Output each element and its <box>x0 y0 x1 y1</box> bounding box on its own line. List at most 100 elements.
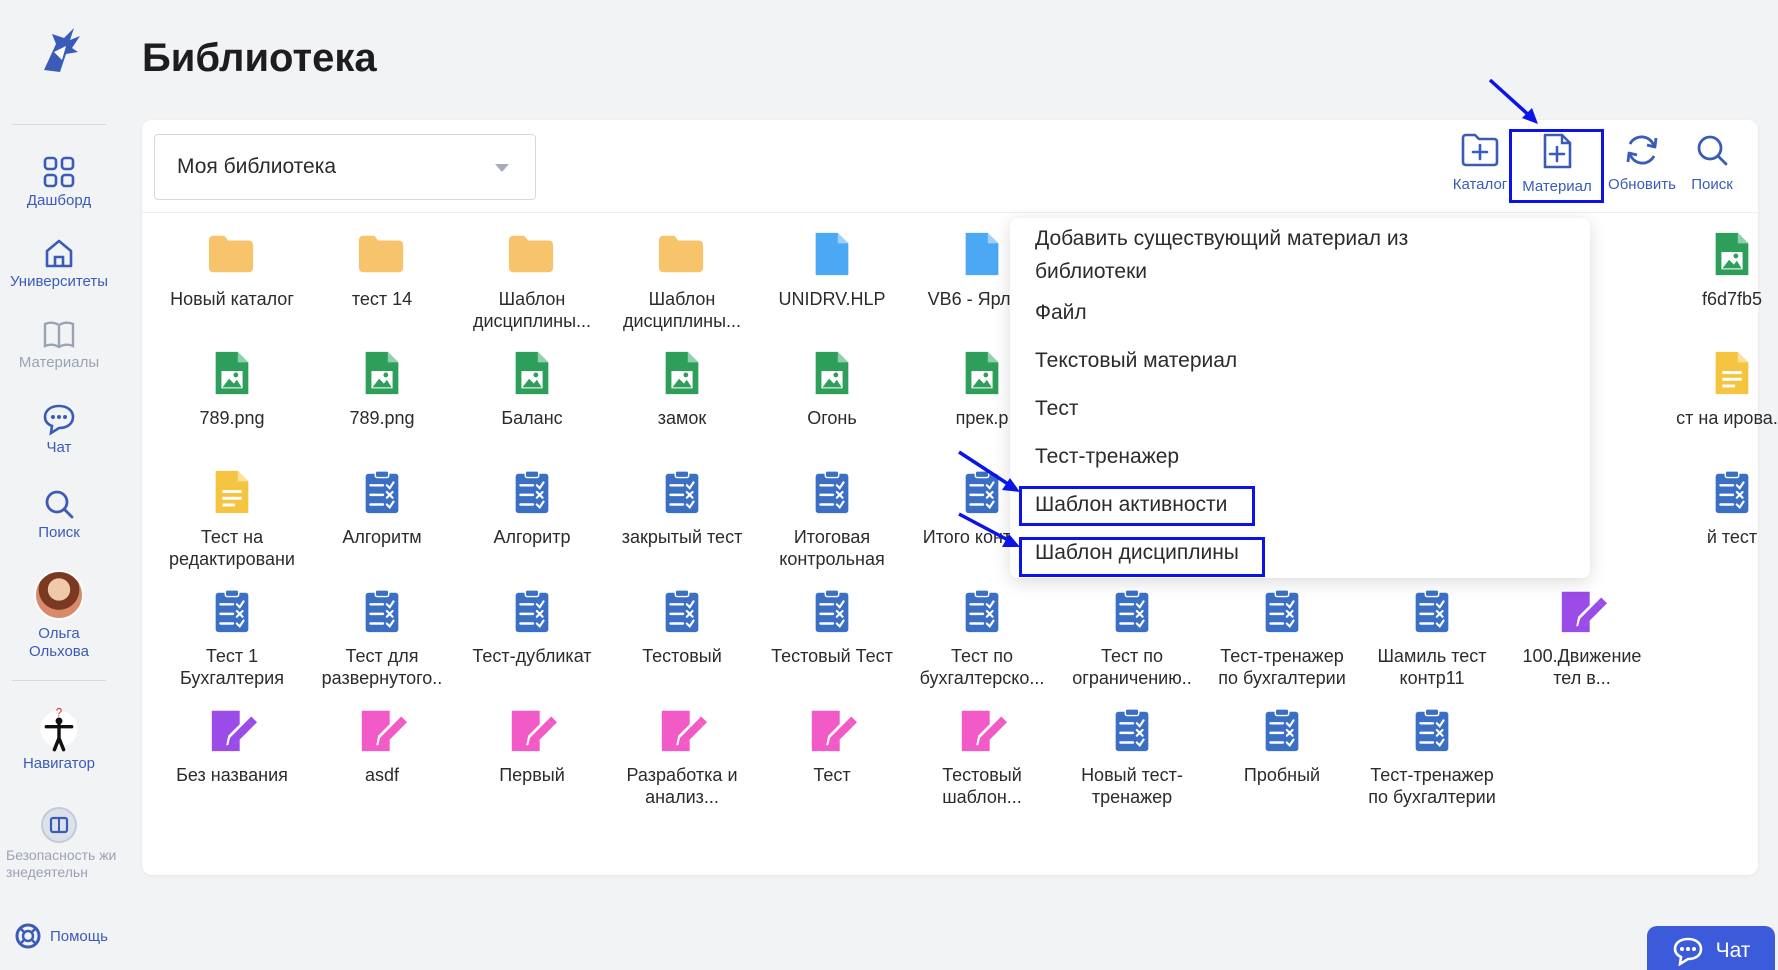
library-item[interactable]: Новый каталог <box>162 230 302 310</box>
sidebar-item-navigator[interactable]: ? Навигатор <box>0 706 118 772</box>
test-icon <box>665 470 699 514</box>
sidebar-item-course[interactable]: Безопасность жизнедеятельн <box>0 806 118 886</box>
sidebar-item-search[interactable]: Поиск <box>0 487 118 541</box>
library-item[interactable]: Тест-тренажер по бухгалтерии <box>1212 587 1352 689</box>
edit-pink-icon <box>361 710 407 752</box>
library-item[interactable]: Тест на редактировани <box>162 468 302 570</box>
user-last-name: Ольхова <box>29 643 89 660</box>
library-item[interactable]: Тест для развернутого.. <box>312 587 452 689</box>
folder-icon <box>508 235 554 273</box>
library-item-name: f6d7fb5 <box>1701 289 1763 309</box>
library-item[interactable]: Алгоритр <box>462 468 602 548</box>
library-item-name: Тест-тренажер по бухгалтерии <box>1218 646 1346 688</box>
menu-item-add-existing[interactable]: Добавить существующий материал из библио… <box>1035 222 1505 288</box>
library-item[interactable]: Баланс <box>462 349 602 429</box>
library-item[interactable]: Тестовый <box>612 587 752 667</box>
logo-icon[interactable] <box>30 22 90 82</box>
highlight-discipline-template <box>1019 537 1265 577</box>
chat-button[interactable]: Чат <box>1647 926 1775 970</box>
search-button[interactable]: Поиск <box>1672 132 1752 193</box>
chat-bubble-icon <box>43 404 75 436</box>
sidebar-item-label: Дашборд <box>26 192 92 209</box>
library-item[interactable]: 789.png <box>162 349 302 429</box>
page-title: Библиотека <box>142 36 377 80</box>
library-item[interactable]: Тест-тренажер по бухгалтерии <box>1362 706 1502 808</box>
library-item-name: 789.png <box>349 408 415 428</box>
image-icon <box>965 351 999 395</box>
library-item-name: Тестовый Тест <box>771 646 893 666</box>
sidebar-item-universities[interactable]: Университеты <box>0 236 118 290</box>
library-item-name: 100.Движение тел в... <box>1522 646 1642 688</box>
library-item-name: Тест по ограничению.. <box>1072 646 1192 688</box>
add-catalog-button[interactable]: Каталог <box>1440 132 1520 193</box>
menu-item-text-material[interactable]: Текстовый материал <box>1035 344 1455 377</box>
sidebar: Дашборд Университеты Материалы Чат Поиск… <box>0 0 118 970</box>
library-item-name: Первый <box>499 765 565 785</box>
library-item[interactable]: Тестовый шаблон... <box>912 706 1052 808</box>
library-item[interactable]: Шаблон дисциплины... <box>612 230 752 332</box>
sidebar-item-label: Поиск <box>38 524 80 541</box>
book-icon <box>43 321 75 349</box>
test-icon <box>515 470 549 514</box>
library-item[interactable]: й тест <box>1662 468 1778 548</box>
library-item[interactable]: Тест по ограничению.. <box>1062 587 1202 689</box>
library-item[interactable]: Огонь <box>762 349 902 429</box>
edit-purple-icon <box>211 710 257 752</box>
library-item[interactable]: замок <box>612 349 752 429</box>
library-item[interactable]: Итоговая контрольная <box>762 468 902 570</box>
refresh-button[interactable]: Обновить <box>1602 132 1682 193</box>
library-item[interactable]: ст на ирова... <box>1662 349 1778 429</box>
library-item[interactable]: Новый тест-тренажер <box>1062 706 1202 808</box>
library-item[interactable]: Тест <box>762 706 902 786</box>
test-icon <box>1115 708 1149 752</box>
library-item[interactable]: Тестовый Тест <box>762 587 902 667</box>
test-icon <box>515 589 549 633</box>
library-item[interactable]: Пробный <box>1212 706 1352 786</box>
library-item[interactable]: 100.Движение тел в... <box>1512 587 1652 689</box>
sidebar-item-chat[interactable]: Чат <box>0 402 118 456</box>
chat-bubble-icon <box>1673 937 1702 966</box>
library-item[interactable]: Тест-дубликат <box>462 587 602 667</box>
edit-pink-icon <box>511 710 557 752</box>
library-item[interactable]: тест 14 <box>312 230 452 310</box>
grid-icon <box>43 156 75 188</box>
annotation-arrow-icon <box>958 450 1020 492</box>
menu-item-test[interactable]: Тест <box>1035 392 1455 425</box>
library-item[interactable]: f6d7fb5 <box>1662 230 1778 310</box>
library-item[interactable]: закрытый тест <box>612 468 752 548</box>
library-item[interactable]: Тест по бухгалтерско... <box>912 587 1052 689</box>
refresh-icon <box>1626 135 1658 165</box>
test-icon <box>665 589 699 633</box>
menu-item-trainer[interactable]: Тест-тренажер <box>1035 440 1455 473</box>
library-item[interactable]: asdf <box>312 706 452 786</box>
edit-pink-icon <box>661 710 707 752</box>
library-item[interactable]: Разработка и анализ... <box>612 706 752 808</box>
folder-icon <box>658 235 704 273</box>
sidebar-divider <box>12 124 106 125</box>
library-item-name: замок <box>657 408 707 428</box>
test-icon <box>815 470 849 514</box>
menu-item-file[interactable]: Файл <box>1035 296 1455 329</box>
test-icon <box>815 589 849 633</box>
refresh-label: Обновить <box>1608 176 1676 193</box>
library-select[interactable]: Моя библиотека <box>154 134 536 200</box>
toolbar-divider <box>142 212 1758 213</box>
folder-icon <box>208 235 254 273</box>
library-item[interactable]: UNIDRV.HLP <box>762 230 902 310</box>
sidebar-item-dashboard[interactable]: Дашборд <box>0 155 118 209</box>
sidebar-item-materials[interactable]: Материалы <box>0 317 118 371</box>
file-icon <box>965 232 999 276</box>
help-link[interactable]: Помощь <box>14 922 108 950</box>
library-item[interactable]: 789.png <box>312 349 452 429</box>
test-icon <box>1265 589 1299 633</box>
library-item-name: Тестовый шаблон... <box>942 765 1022 807</box>
library-item[interactable]: Шамиль тест контр11 <box>1362 587 1502 689</box>
library-item[interactable]: Без названия <box>162 706 302 786</box>
library-item[interactable]: Первый <box>462 706 602 786</box>
library-item[interactable]: Тест 1 Бухгалтерия <box>162 587 302 689</box>
sidebar-item-label: Университеты <box>9 273 109 290</box>
test-icon <box>365 470 399 514</box>
library-item[interactable]: Алгоритм <box>312 468 452 548</box>
library-item[interactable]: Шаблон дисциплины... <box>462 230 602 332</box>
sidebar-user[interactable]: Ольга Ольхова <box>0 570 118 661</box>
